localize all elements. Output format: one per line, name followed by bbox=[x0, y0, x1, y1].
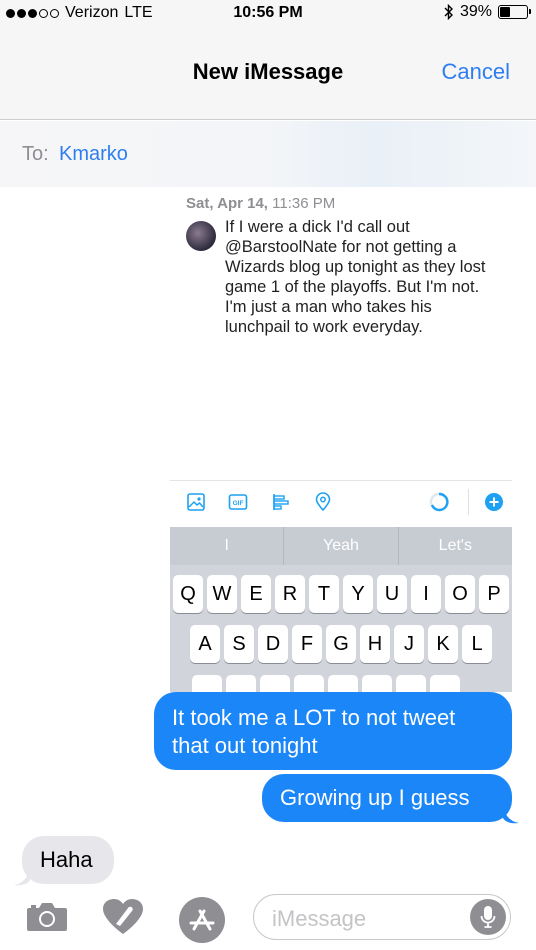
divider bbox=[468, 489, 469, 515]
keyboard-row bbox=[192, 675, 464, 692]
tweet-text: If I were a dick I'd call out @BarstoolN… bbox=[225, 217, 505, 337]
attachment-date: Sat, Apr 14, bbox=[186, 195, 268, 212]
keyboard: Q W E R T Y U I O P A S D F G H J K L bbox=[170, 565, 512, 692]
key: F bbox=[292, 625, 322, 663]
camera-icon[interactable] bbox=[26, 900, 68, 932]
status-bar: Verizon LTE 10:56 PM 39% bbox=[0, 0, 536, 28]
cancel-button[interactable]: Cancel bbox=[442, 59, 510, 85]
prediction-item: I bbox=[170, 527, 285, 565]
key: L bbox=[462, 625, 492, 663]
key: J bbox=[394, 625, 424, 663]
avatar bbox=[186, 221, 216, 251]
key: Q bbox=[173, 575, 203, 613]
key: P bbox=[479, 575, 509, 613]
to-label: To: bbox=[22, 143, 49, 165]
key: E bbox=[241, 575, 271, 613]
recipient-field[interactable]: To: Kmarko bbox=[0, 121, 536, 187]
add-tweet-icon bbox=[485, 493, 503, 511]
keyboard-row: A S D F G H J K L bbox=[190, 625, 496, 663]
message-input-bar: iMessage bbox=[0, 888, 536, 950]
location-icon bbox=[315, 492, 331, 512]
message-line: Growing up I guess bbox=[280, 785, 470, 810]
battery-icon bbox=[498, 5, 531, 19]
key: U bbox=[377, 575, 407, 613]
battery-percent: 39% bbox=[459, 3, 492, 20]
tweet-line: Wizards blog up tonight as they lost bbox=[225, 258, 486, 276]
character-count-icon bbox=[429, 492, 449, 512]
key: O bbox=[445, 575, 475, 613]
key: D bbox=[258, 625, 288, 663]
attachment-timestamp: Sat, Apr 14, 11:36 PM bbox=[186, 195, 335, 212]
tweet-line: I'm just a man who takes his bbox=[225, 298, 432, 316]
key: T bbox=[309, 575, 339, 613]
tweet-line: lunchpail to work everyday. bbox=[225, 318, 423, 336]
poll-icon bbox=[273, 494, 289, 510]
key: A bbox=[190, 625, 220, 663]
app-store-icon[interactable] bbox=[178, 896, 226, 944]
image-icon bbox=[187, 493, 205, 511]
bluetooth-icon bbox=[444, 4, 453, 20]
key: Y bbox=[343, 575, 373, 613]
message-input[interactable]: iMessage bbox=[253, 894, 511, 940]
bubble-tail bbox=[14, 868, 30, 886]
tweet-line: @BarstoolNate for not getting a bbox=[225, 238, 457, 256]
navigation-bar: New iMessage Cancel bbox=[0, 28, 536, 120]
message-placeholder: iMessage bbox=[272, 906, 367, 931]
key: I bbox=[411, 575, 441, 613]
recipient-name[interactable]: Kmarko bbox=[59, 143, 128, 166]
received-message-bubble[interactable]: Haha bbox=[22, 836, 114, 884]
key: K bbox=[428, 625, 458, 663]
prediction-item: Let's bbox=[438, 537, 472, 554]
predictive-text-bar: I Yeah Let's bbox=[170, 527, 512, 565]
key: W bbox=[207, 575, 237, 613]
sent-message-bubble[interactable]: It took me a LOT to not tweet that out t… bbox=[154, 692, 512, 770]
sent-message-bubble[interactable]: Growing up I guess bbox=[262, 774, 512, 822]
bubble-tail bbox=[503, 806, 519, 824]
key: G bbox=[326, 625, 356, 663]
key: R bbox=[275, 575, 305, 613]
keyboard-row: Q W E R T Y U I O P bbox=[173, 575, 512, 613]
tweet-line: If I were a dick I'd call out bbox=[225, 218, 410, 236]
microphone-icon[interactable] bbox=[470, 899, 506, 935]
battery-info: 39% bbox=[444, 3, 531, 21]
digital-touch-icon[interactable] bbox=[101, 898, 145, 936]
message-line: Haha bbox=[40, 847, 93, 872]
prediction-item: Yeah bbox=[284, 527, 399, 565]
message-line: It took me a LOT to not tweet bbox=[172, 705, 456, 730]
svg-text:GIF: GIF bbox=[233, 500, 244, 507]
message-line: that out tonight bbox=[172, 733, 318, 758]
attachment-time: 11:36 PM bbox=[272, 195, 336, 212]
key: S bbox=[224, 625, 254, 663]
compose-toolbar: GIF bbox=[170, 480, 512, 522]
gif-icon: GIF bbox=[228, 494, 248, 510]
image-attachment[interactable]: Sat, Apr 14, 11:36 PM If I were a dick I… bbox=[170, 187, 512, 692]
tweet-line: game 1 of the playoffs. But I'm not. bbox=[225, 278, 480, 296]
key: H bbox=[360, 625, 390, 663]
